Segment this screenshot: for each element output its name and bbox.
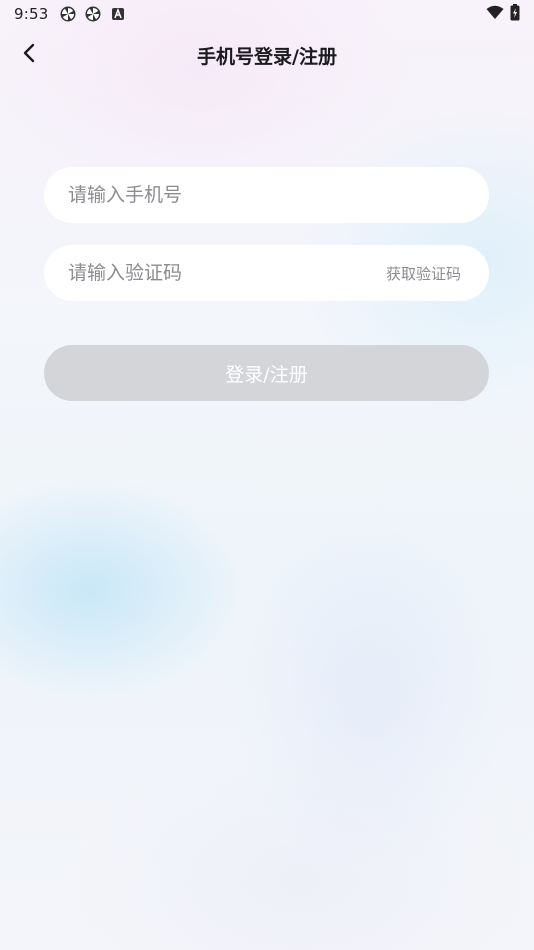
status-time: 9:53	[14, 5, 49, 23]
pinwheel-icon	[60, 6, 76, 22]
phone-input[interactable]	[68, 184, 461, 206]
a-badge-icon	[110, 6, 126, 22]
page-background	[0, 0, 534, 950]
wifi-icon	[486, 5, 504, 24]
page-title: 手机号登录/注册	[197, 46, 337, 68]
code-field[interactable]: 获取验证码	[44, 245, 489, 301]
phone-field[interactable]	[44, 167, 489, 223]
status-bar: 9:53	[0, 0, 534, 28]
battery-charging-icon	[510, 3, 520, 25]
status-right	[486, 3, 520, 25]
get-code-button[interactable]: 获取验证码	[386, 263, 461, 284]
verification-code-input[interactable]	[68, 262, 376, 284]
nav-bar: 手机号登录/注册	[0, 36, 534, 74]
login-register-button[interactable]: 登录/注册	[44, 345, 489, 401]
pinwheel-icon	[85, 6, 101, 22]
